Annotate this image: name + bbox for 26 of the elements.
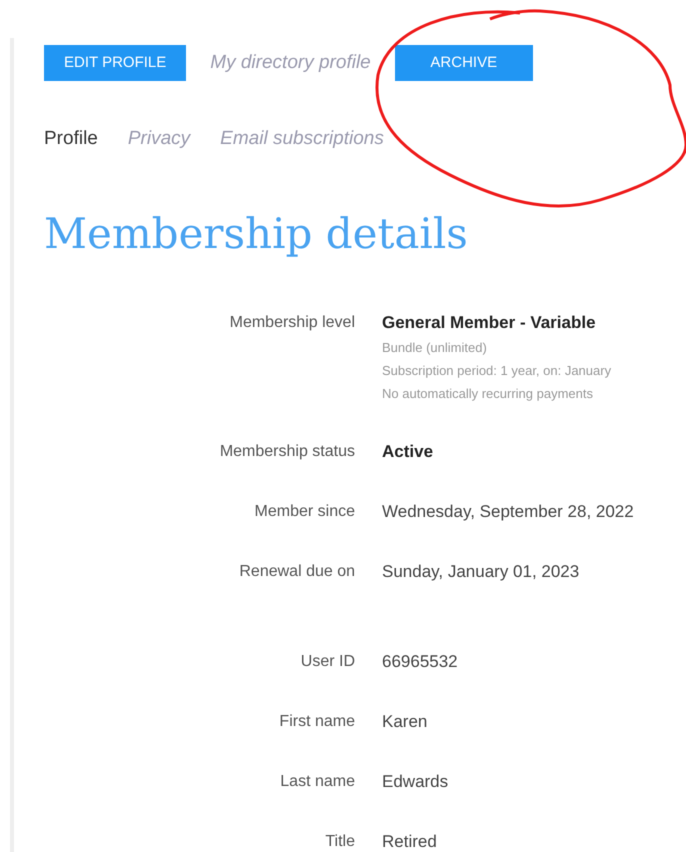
field-note: No automatically recurring payments <box>382 384 594 403</box>
tab[interactable]: Profile <box>44 125 98 154</box>
field-label: Renewal due on <box>238 562 355 582</box>
field-value: 66965532 <box>382 650 458 673</box>
field-value: General Member - Variable <box>382 312 597 334</box>
edit-profile-button[interactable]: EDIT PROFILE <box>44 45 186 81</box>
directory-profile-link[interactable]: My directory profile <box>210 48 371 78</box>
field-label: Title <box>324 832 355 852</box>
field-value: Sunday, January 01, 2023 <box>382 560 580 583</box>
field-label: Membership level <box>228 312 355 333</box>
page-heading: Membership details <box>44 208 469 259</box>
field-value: Edwards <box>382 770 448 793</box>
field-note: Subscription period: 1 year, on: January <box>382 362 612 380</box>
field-label: Member since <box>254 502 355 522</box>
field-label: First name <box>278 712 355 732</box>
tab[interactable]: Privacy <box>128 125 190 154</box>
field-label: Last name <box>279 772 355 792</box>
field-label: User ID <box>300 652 355 672</box>
field-value: Karen <box>382 710 428 733</box>
archive-button[interactable]: ARCHIVE <box>394 45 533 81</box>
field-value: Wednesday, September 28, 2022 <box>382 500 634 523</box>
field-value: Retired <box>382 830 437 852</box>
field-label: Membership status <box>218 442 355 462</box>
field-value: Active <box>382 440 434 463</box>
tab[interactable]: Email subscriptions <box>220 125 384 154</box>
field-note: Bundle (unlimited) <box>382 338 488 357</box>
